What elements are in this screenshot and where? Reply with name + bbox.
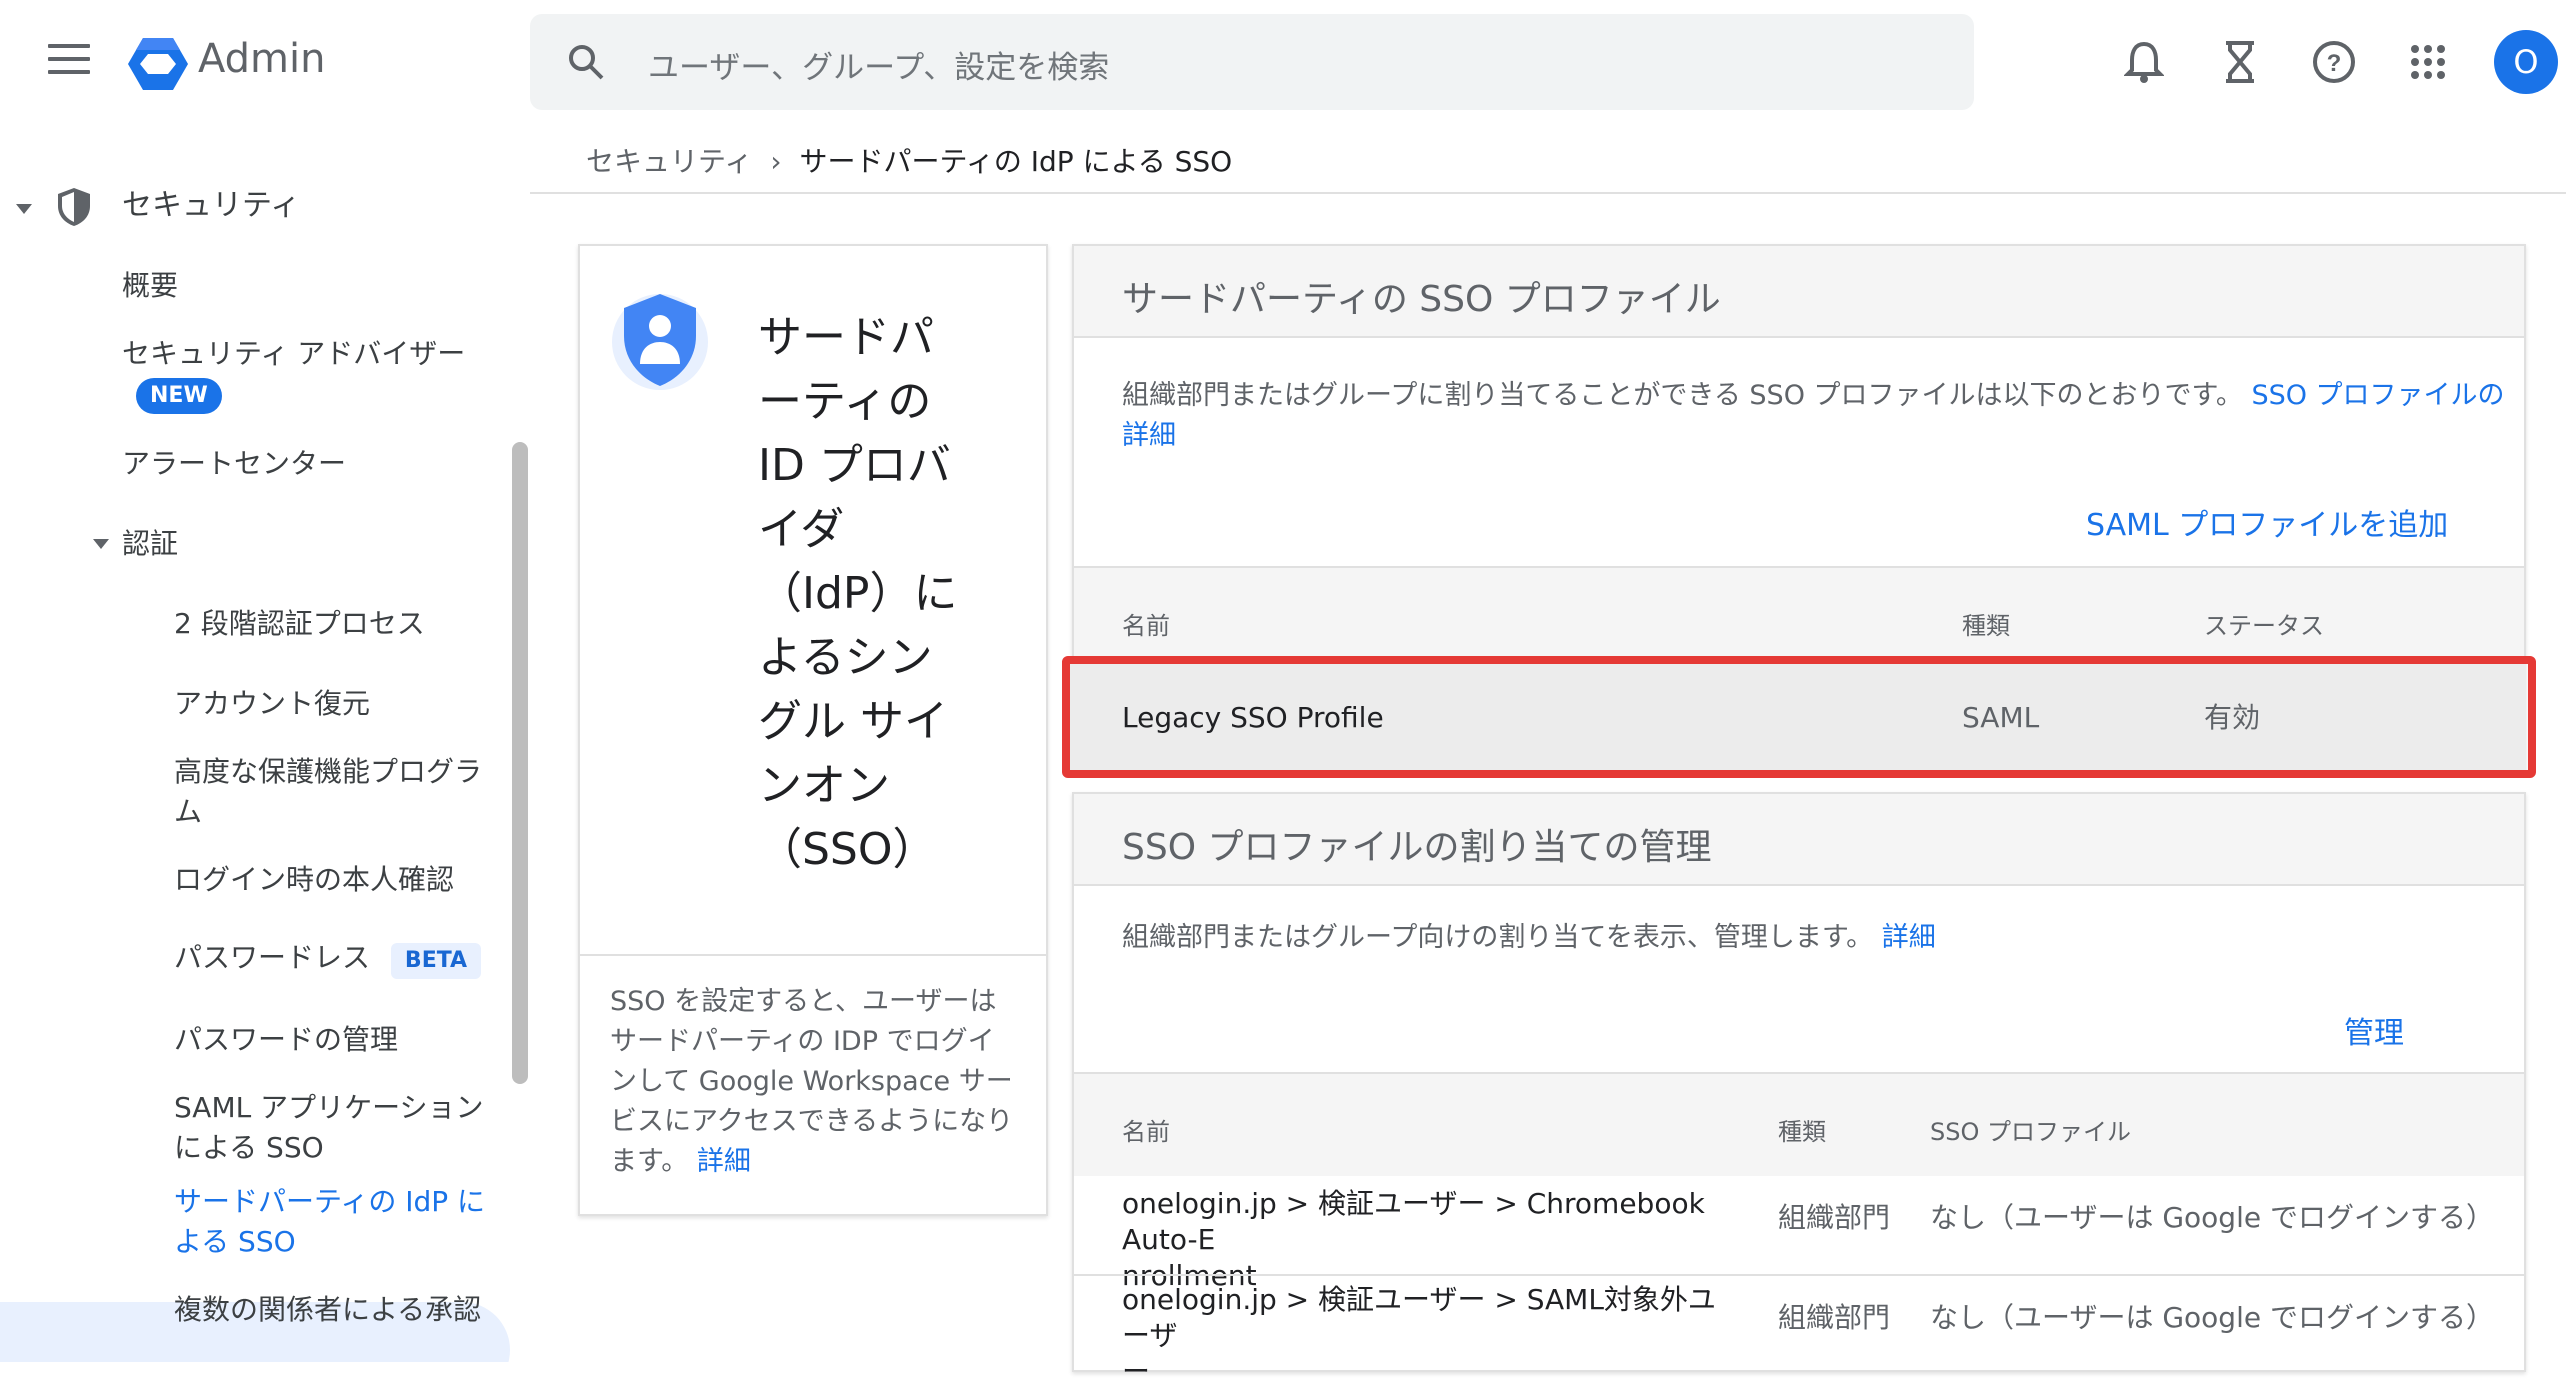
sso-info-card: サードパ ーティの ID プロバ イダ （IdP）に よるシン グル サイ ンオ… bbox=[578, 244, 1048, 1216]
breadcrumb-separator: › bbox=[770, 145, 782, 178]
assignments-table-header: 名前 種類 SSO プロファイル bbox=[1074, 1072, 2524, 1176]
sso-assignments-header: SSO プロファイルの割り当ての管理 bbox=[1074, 794, 2524, 886]
sidebar-item-security-advisor[interactable]: セキュリティ アドバイザー bbox=[122, 334, 465, 374]
table-row[interactable]: onelogin.jp > 検証ユーザー > SAML対象外ユーザ ー 組織部門… bbox=[1074, 1276, 2524, 1388]
sidebar-item-2sv[interactable]: 2 段階認証プロセス bbox=[174, 604, 425, 644]
beta-badge: BETA bbox=[390, 943, 482, 979]
tasks-hourglass-icon[interactable] bbox=[2212, 34, 2268, 90]
breadcrumb-current: サードパーティの IdP による SSO bbox=[799, 145, 1233, 178]
breadcrumb-security[interactable]: セキュリティ bbox=[586, 145, 752, 178]
sidebar-item-alert-center[interactable]: アラートセンター bbox=[122, 444, 346, 484]
info-card-title: サードパ ーティの ID プロバ イダ （IdP）に よるシン グル サイ ンオ… bbox=[758, 312, 958, 875]
search-icon bbox=[569, 45, 604, 80]
search-input[interactable]: ユーザー、グループ、設定を検索 bbox=[648, 42, 1109, 87]
sso-profiles-header: サードパーティの SSO プロファイル bbox=[1074, 246, 2524, 338]
sidebar-item-multi-party-approval[interactable]: 複数の関係者による承認 bbox=[174, 1290, 481, 1330]
sidebar-item-password-management[interactable]: パスワードの管理 bbox=[174, 1020, 398, 1060]
column-header-name: 名前 bbox=[1122, 1118, 1170, 1146]
notifications-bell-icon[interactable] bbox=[2116, 34, 2172, 90]
sidebar-item-third-party-sso[interactable]: サードパーティの IdP に よる SSO bbox=[174, 1182, 485, 1262]
caret-down-icon[interactable] bbox=[14, 202, 34, 216]
column-header-status: ステータス bbox=[2204, 612, 2324, 640]
column-header-sso-profile: SSO プロファイル bbox=[1930, 1118, 2131, 1146]
breadcrumb: セキュリティ › サードパーティの IdP による SSO bbox=[586, 140, 1232, 180]
sidebar-item-authentication[interactable]: 認証 bbox=[122, 524, 178, 564]
account-avatar[interactable]: O bbox=[2494, 30, 2558, 94]
sso-assignments-description: 組織部門またはグループ向けの割り当てを表示、管理します。 詳細 bbox=[1122, 922, 1936, 953]
app-name: Admin bbox=[198, 36, 326, 82]
column-header-name: 名前 bbox=[1122, 612, 1170, 640]
help-icon[interactable]: ? bbox=[2306, 34, 2362, 90]
info-card-learn-more-link[interactable]: 詳細 bbox=[697, 1146, 751, 1177]
info-card-description: SSO を設定すると、ユーザーはサードパーティの IDP でログインして Goo… bbox=[610, 986, 1014, 1177]
sso-shield-illustration-icon bbox=[612, 294, 708, 390]
shield-icon bbox=[58, 188, 90, 226]
column-header-type: 種類 bbox=[1778, 1118, 1826, 1146]
sidebar-item-overview[interactable]: 概要 bbox=[122, 266, 178, 306]
breadcrumb-divider bbox=[530, 192, 2566, 194]
sidebar-item-passwordless[interactable]: パスワードレス BETA bbox=[174, 938, 482, 979]
table-row[interactable]: onelogin.jp > 検証ユーザー > Chromebook Auto-E… bbox=[1074, 1176, 2524, 1292]
top-bar: Admin ユーザー、グループ、設定を検索 ? O bbox=[0, 0, 2566, 126]
main-menu-button[interactable] bbox=[48, 44, 90, 76]
search-bar[interactable]: ユーザー、グループ、設定を検索 bbox=[530, 14, 1974, 110]
add-saml-profile-button[interactable]: SAML プロファイルを追加 bbox=[2086, 500, 2448, 544]
assignment-type: 組織部門 bbox=[1778, 1301, 1891, 1334]
info-card-divider bbox=[580, 954, 1046, 956]
apps-grid-icon[interactable] bbox=[2400, 34, 2456, 90]
sidebar-item-advanced-protection[interactable]: 高度な保護機能プログラ ム bbox=[174, 752, 482, 832]
column-header-type: 種類 bbox=[1962, 612, 2010, 640]
highlight-annotation-box bbox=[1062, 656, 2536, 778]
assignment-type: 組織部門 bbox=[1778, 1201, 1891, 1234]
caret-down-icon[interactable] bbox=[92, 538, 110, 550]
sidebar-item-login-challenge[interactable]: ログイン時の本人確認 bbox=[174, 860, 454, 900]
new-badge: NEW bbox=[136, 378, 222, 414]
sidebar-scrollbar[interactable] bbox=[512, 442, 528, 1084]
sidebar-section-security[interactable]: セキュリティ bbox=[122, 186, 300, 226]
assignment-profile: なし（ユーザーは Google でログインする） bbox=[1930, 1301, 2494, 1334]
assignment-profile: なし（ユーザーは Google でログインする） bbox=[1930, 1201, 2494, 1234]
sidebar-item-account-recovery[interactable]: アカウント復元 bbox=[174, 684, 370, 724]
manage-assignments-button[interactable]: 管理 bbox=[2344, 1008, 2404, 1052]
admin-logo-icon bbox=[128, 38, 188, 90]
sso-profiles-table-header: 名前 種類 ステータス bbox=[1074, 566, 2524, 670]
sso-profiles-description: 組織部門またはグループに割り当てることができる SSO プロファイルは以下のとお… bbox=[1122, 380, 2505, 451]
assignment-name[interactable]: onelogin.jp > 検証ユーザー > SAML対象外ユーザ ー bbox=[1122, 1282, 1742, 1390]
sidebar-item-saml-apps[interactable]: SAML アプリケーション による SSO bbox=[174, 1088, 484, 1168]
svg-text:?: ? bbox=[2327, 50, 2342, 77]
sidebar: セキュリティ 概要 セキュリティ アドバイザー NEW アラートセンター 認証 … bbox=[0, 126, 530, 1362]
sso-assignments-learn-more-link[interactable]: 詳細 bbox=[1882, 922, 1936, 953]
sso-assignments-card: SSO プロファイルの割り当ての管理 組織部門またはグループ向けの割り当てを表示… bbox=[1072, 792, 2526, 1388]
